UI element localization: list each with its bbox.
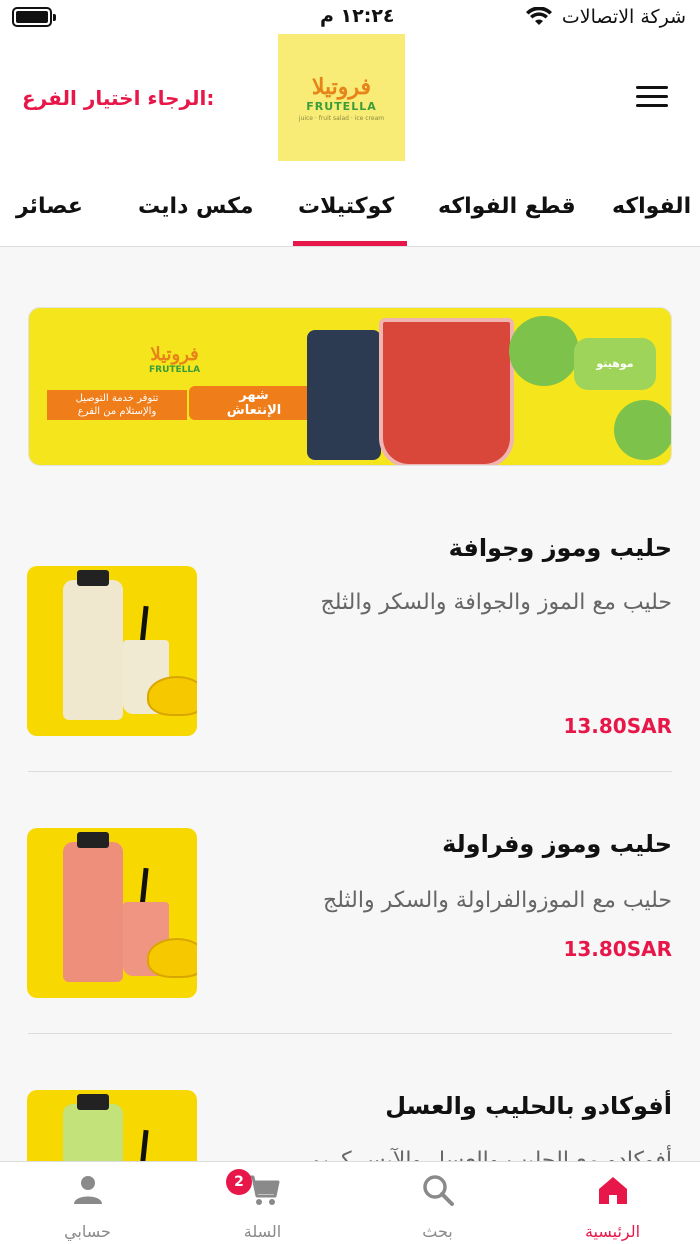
product-image [27,566,197,736]
logo-english-text: FRUTELLA [306,99,377,113]
nav-account[interactable]: حسابي [0,1162,175,1244]
branch-select-link[interactable]: الرجاء اختيار الفرع: [22,86,214,110]
product-item[interactable]: حليب وموز وجوافة حليب مع الموز والجوافة … [0,506,700,772]
product-image [27,828,197,998]
product-name: حليب وموز وفراولة [442,830,672,858]
bottom-nav: الرئيسية بحث السلة 2 حسابي [0,1161,700,1244]
banner-delivery-note: تتوفر خدمة التوصيل والإستلام من الفرع [47,390,187,420]
product-bottle-graphic [63,580,123,720]
category-tabs: الفواكه قطع الفواكه كوكتيلات مكس دايت عص… [0,170,700,247]
banner-logo: فروتيلا FRUTELLA [149,344,200,375]
tab-fruit-pieces[interactable]: قطع الفواكه [438,194,576,219]
banner-delivery-line1: تتوفر خدمة التوصيل [75,393,159,404]
banner-badge-line1: شهر [239,388,269,403]
banner-logo-english: FRUTELLA [149,365,201,375]
home-icon [599,1177,627,1204]
banner-mojito-cup-image [379,318,514,465]
search-icon [423,1175,454,1206]
banner-delivery-line2: والإستلام من الفرع [77,406,157,417]
product-price: 13.80SAR [563,714,672,738]
tab-juices[interactable]: عصائر [16,194,83,219]
banner-can-image [307,330,381,460]
nav-home[interactable]: الرئيسية [525,1162,700,1244]
nav-search[interactable]: بحث [350,1162,525,1244]
product-description: حليب مع الموزوالفراولة والسكر والثلج [323,888,672,913]
product-price: 13.80SAR [563,937,672,961]
status-carrier: شركة الاتصالات [525,6,686,28]
nav-home-label: الرئيسية [584,1222,641,1241]
banner-campaign-badge: شهر الإنتعاش [189,386,319,420]
nav-cart[interactable]: السلة [175,1162,350,1244]
product-description: حليب مع الموز والجوافة والسكر والثلج [320,590,672,615]
battery-icon [12,7,56,27]
carrier-name: شركة الاتصالات [561,6,686,28]
status-time: ١٢:٢٤ م [320,5,395,27]
logo-tagline: juice · fruit salad · ice cream [298,114,385,122]
product-name: أفوكادو بالحليب والعسل [385,1092,672,1120]
tab-fruits[interactable]: الفواكه [612,194,691,219]
banner-logo-arabic: فروتيلا [150,344,199,365]
status-bar: ١٢:٢٤ م شركة الاتصالات [0,0,700,34]
tab-mix-diet[interactable]: مكس دايت [138,194,254,219]
logo-arabic-text: فروتيلا [311,73,372,100]
product-item[interactable]: حليب وموز وفراولة حليب مع الموزوالفراولة… [0,768,700,1034]
banner-lime-image [614,400,671,460]
app-header: الرجاء اختيار الفرع: فروتيلا FRUTELLA ju… [0,34,700,170]
tab-cocktails[interactable]: كوكتيلات [298,194,394,219]
frutella-logo: فروتيلا FRUTELLA juice · fruit salad · i… [278,34,405,161]
banner-lime-image [509,316,579,386]
cart-count-badge: 2 [226,1169,252,1195]
promo-banner[interactable]: فروتيلا FRUTELLA تتوفر خدمة التوصيل والإ… [28,307,672,466]
product-name: حليب وموز وجوافة [448,534,672,562]
person-icon [74,1176,102,1204]
banner-badge-line2: الإنتعاش [226,403,282,418]
nav-account-label: حسابي [64,1222,111,1241]
nav-cart-label: السلة [243,1222,282,1241]
active-tab-indicator [293,241,407,246]
nav-search-label: بحث [422,1222,453,1241]
hamburger-menu-icon[interactable] [636,86,668,110]
banner-mojito-tag: موهيتو [574,338,656,390]
product-bottle-graphic [63,842,123,982]
wifi-icon [525,7,552,25]
